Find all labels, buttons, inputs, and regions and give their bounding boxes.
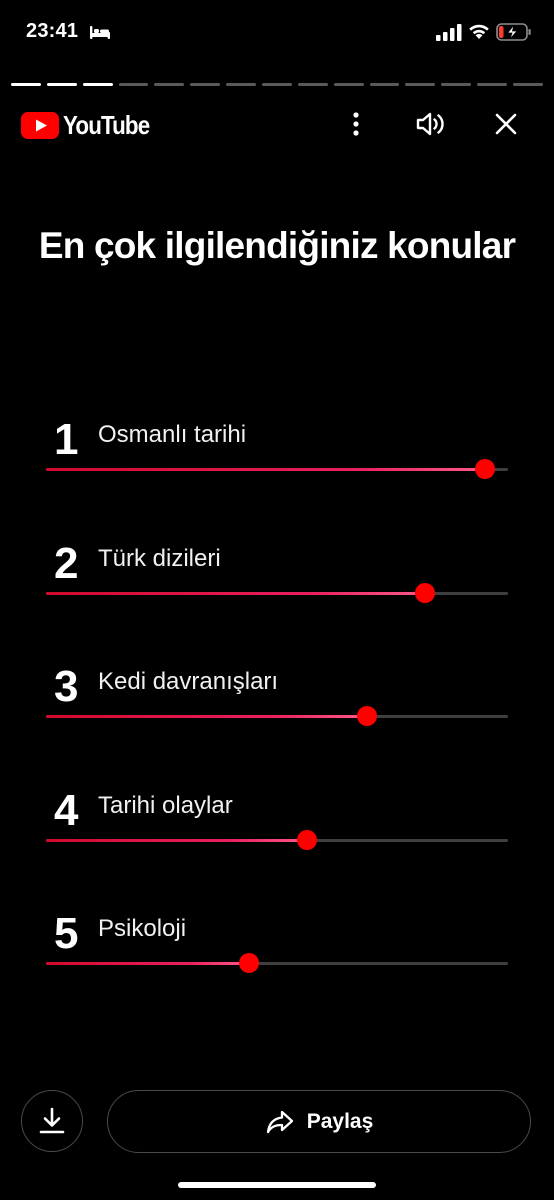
topic-item: 5 Psikoloji	[46, 904, 508, 1028]
close-button[interactable]	[488, 106, 524, 142]
topic-interest-bar	[46, 706, 508, 726]
story-progress-segment	[226, 83, 257, 86]
more-options-button[interactable]	[338, 106, 374, 142]
story-progress-segment	[369, 83, 400, 86]
topic-interest-fill	[46, 468, 485, 471]
topic-label: Türk dizileri	[98, 544, 221, 572]
topic-rank: 2	[54, 538, 79, 588]
page-title: En çok ilgilendiğiniz konular	[38, 225, 516, 266]
story-progress-segment	[262, 83, 292, 86]
story-progress-segment	[46, 83, 77, 86]
topic-interest-bar	[46, 953, 508, 973]
story-progress-segment	[405, 83, 436, 86]
story-progress-segment	[82, 83, 113, 86]
topic-item: 3 Kedi davranışları	[46, 657, 508, 781]
topic-interest-knob	[414, 582, 435, 603]
story-progress-segment	[297, 83, 328, 86]
topic-label: Kedi davranışları	[98, 668, 279, 695]
topic-rank: 4	[54, 785, 79, 835]
topic-label: Tarihi olaylar	[98, 791, 233, 819]
sound-toggle-button[interactable]	[412, 106, 448, 142]
youtube-logo: YouTube	[21, 110, 163, 140]
topic-label: Osmanlı tarihi	[98, 421, 247, 448]
story-progress-segment	[441, 83, 472, 86]
topic-rank: 3	[54, 662, 79, 711]
volume-icon	[416, 112, 444, 136]
topic-interest-fill	[46, 715, 368, 718]
topic-interest-knob	[239, 953, 260, 973]
bed-icon	[90, 26, 110, 39]
share-label: Paylaş	[306, 1109, 374, 1133]
wifi-icon	[469, 24, 489, 39]
topic-interest-bar	[46, 829, 508, 850]
close-icon	[495, 113, 517, 135]
topic-interest-bar	[46, 459, 508, 479]
home-indicator	[178, 1182, 376, 1188]
download-icon	[39, 1107, 65, 1134]
download-button[interactable]	[21, 1090, 83, 1152]
topic-item: 2 Türk dizileri	[46, 534, 508, 658]
topic-item: 4 Tarihi olaylar	[46, 781, 508, 905]
share-arrow-icon	[266, 1110, 293, 1133]
share-button[interactable]: Paylaş	[107, 1090, 531, 1153]
topic-item: 1 Osmanlı tarihi	[46, 410, 508, 534]
story-progress-segment	[11, 83, 41, 86]
more-vertical-icon	[353, 112, 359, 136]
story-progress-segment	[333, 83, 364, 86]
topic-list: 1 Osmanlı tarihi 2 Türk dizileri 3 Kedi davra…	[46, 410, 508, 1028]
topic-label: Psikoloji	[98, 915, 187, 942]
topic-interest-fill	[46, 962, 250, 965]
topic-interest-fill	[46, 591, 425, 595]
status-bar: 23:41	[0, 0, 554, 66]
battery-charging-icon	[496, 23, 531, 41]
story-progress-segment	[118, 83, 149, 86]
story-progress-segment	[513, 83, 543, 86]
story-progress-bar	[11, 83, 543, 87]
story-progress-segment	[477, 83, 508, 86]
header: YouTube	[0, 100, 554, 148]
story-progress-segment	[154, 83, 185, 86]
story-progress-segment	[190, 83, 221, 86]
youtube-play-icon	[21, 111, 59, 139]
youtube-logo-text: YouTube	[63, 109, 150, 140]
topic-rank: 5	[54, 909, 79, 958]
topic-interest-knob	[357, 706, 378, 726]
topic-rank: 1	[54, 415, 79, 464]
status-time: 23:41	[26, 20, 79, 42]
topic-interest-knob	[297, 829, 318, 850]
signal-icon	[436, 24, 462, 41]
topic-interest-fill	[46, 838, 308, 842]
topic-interest-knob	[474, 459, 495, 479]
topic-interest-bar	[46, 582, 508, 603]
